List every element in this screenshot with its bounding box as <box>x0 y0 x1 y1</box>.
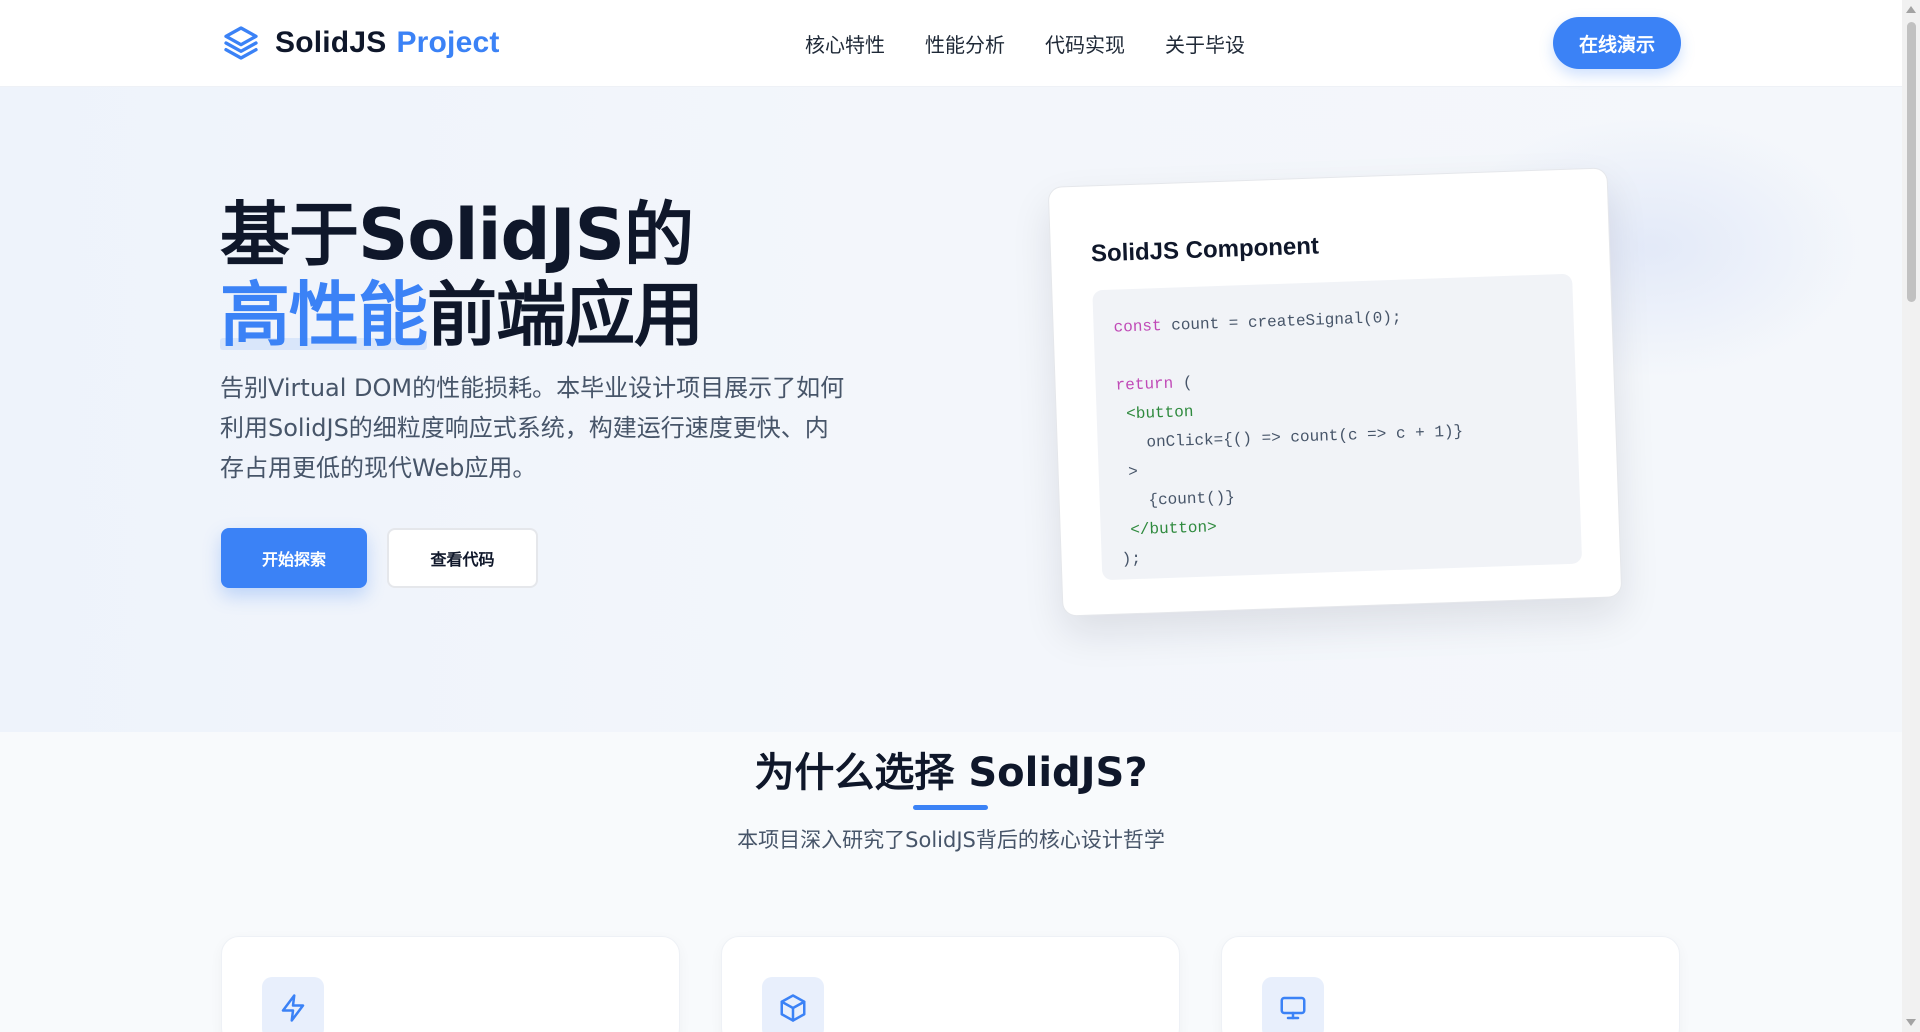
code-line: return ( <box>1115 373 1193 395</box>
logo-accent: Project <box>396 26 500 59</box>
code-card-title: SolidJS Component <box>1090 232 1320 268</box>
scroll-thumb[interactable] <box>1907 22 1916 302</box>
hero-title: 基于SolidJS的 高性能前端应用 <box>220 194 704 356</box>
code-line: const count = createSignal(0); <box>1113 308 1402 337</box>
code-line: > <box>1118 462 1139 482</box>
nav-link-performance[interactable]: 性能分析 <box>925 29 1005 58</box>
feature-card-display[interactable] <box>1221 936 1680 1032</box>
feature-icon-box <box>762 977 824 1032</box>
top-navbar: SolidJS Project 核心特性 性能分析 代码实现 关于毕设 在线演示 <box>0 0 1902 87</box>
features-title: 为什么选择 SolidJS? <box>754 750 1148 796</box>
scroll-down-arrow-icon[interactable] <box>1906 1019 1916 1026</box>
hero-title-line2-rest: 前端应用 <box>427 274 704 356</box>
feature-icon-box <box>262 977 324 1032</box>
logo-text: SolidJS Project <box>275 26 500 60</box>
hero-title-line2: 高性能前端应用 <box>220 274 704 356</box>
monitor-icon <box>1280 996 1306 1020</box>
title-underline <box>913 805 988 810</box>
hero-description: 告别Virtual DOM的性能损耗。本毕业设计项目展示了如何利用SolidJS… <box>220 374 845 482</box>
features-section: 为什么选择 SolidJS? 本项目深入研究了SolidJS背后的核心设计哲学 <box>0 732 1902 1032</box>
code-preview-card: SolidJS Component const count = createSi… <box>1047 167 1623 617</box>
feature-card-component[interactable] <box>721 936 1180 1032</box>
scroll-up-arrow-icon[interactable] <box>1906 6 1916 13</box>
code-block: const count = createSignal(0); return ( … <box>1092 273 1583 581</box>
features-subtitle: 本项目深入研究了SolidJS背后的核心设计哲学 <box>737 828 1165 852</box>
page-scrollbar[interactable] <box>1902 0 1920 1032</box>
nav-link-code[interactable]: 代码实现 <box>1045 29 1125 58</box>
start-explore-button[interactable]: 开始探索 <box>221 528 367 588</box>
nav-links: 核心特性 性能分析 代码实现 关于毕设 <box>805 29 1245 58</box>
logo-main: SolidJS <box>275 26 387 59</box>
code-line: <button <box>1116 402 1194 424</box>
hero-section: 基于SolidJS的 高性能前端应用 告别Virtual DOM的性能损耗。本毕… <box>0 87 1902 732</box>
lightning-icon <box>281 994 305 1022</box>
feature-icon-box <box>1262 977 1324 1032</box>
code-line: ); <box>1121 549 1142 569</box>
hero-title-highlight: 高性能 <box>220 274 428 356</box>
logo[interactable]: SolidJS Project <box>221 23 500 63</box>
layers-icon <box>224 26 258 60</box>
live-demo-button[interactable]: 在线演示 <box>1553 17 1681 69</box>
code-line: {count()} <box>1119 488 1236 511</box>
feature-card-speed[interactable] <box>221 936 680 1032</box>
code-line: </button> <box>1120 518 1217 540</box>
nav-link-features[interactable]: 核心特性 <box>805 29 885 58</box>
cube-icon <box>780 994 806 1022</box>
hero-title-line1: 基于SolidJS的 <box>220 194 694 276</box>
nav-link-about[interactable]: 关于毕设 <box>1165 29 1245 58</box>
code-line: onClick={() => count(c => c + 1)} <box>1117 422 1464 453</box>
view-code-button[interactable]: 查看代码 <box>387 528 538 588</box>
